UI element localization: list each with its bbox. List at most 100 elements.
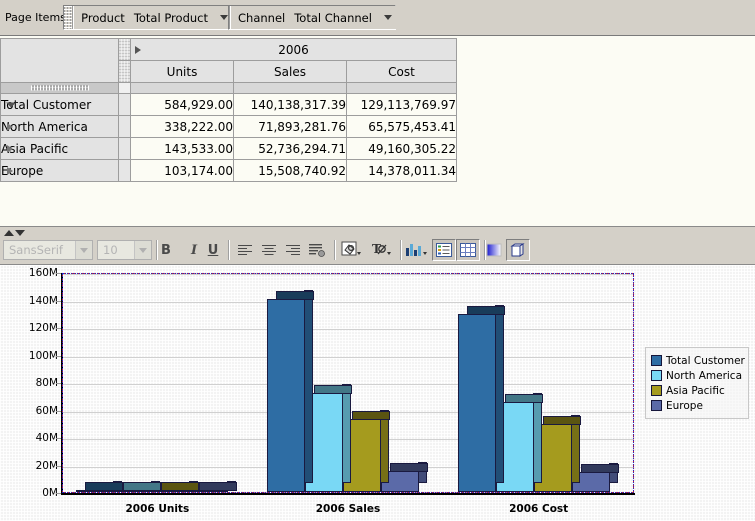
- cell-sales[interactable]: 71,893,281.76: [233, 115, 347, 138]
- bar-group: [267, 271, 428, 492]
- collapse-arrow-icon[interactable]: [6, 102, 16, 107]
- cell-units[interactable]: 584,929.00: [130, 93, 234, 116]
- x-tick-label: 2006 Sales: [315, 503, 381, 515]
- legend-item[interactable]: North America: [651, 368, 744, 383]
- bold-button[interactable]: B: [154, 239, 178, 261]
- legend-label: Total Customer: [666, 354, 745, 367]
- panel-splitter[interactable]: [0, 226, 755, 236]
- grid-icon: [460, 243, 476, 257]
- legend-swatch-icon: [651, 385, 662, 396]
- bar[interactable]: [267, 290, 314, 492]
- grip-dots-icon: [30, 85, 89, 91]
- three-d-button[interactable]: [506, 239, 530, 261]
- bar-side-face: [342, 384, 351, 483]
- y-tick-label: 140M: [28, 294, 58, 307]
- legend-item[interactable]: Total Customer: [651, 353, 745, 368]
- align-left-icon: [238, 244, 252, 256]
- column-header-units[interactable]: Units: [130, 60, 234, 83]
- align-right-button[interactable]: [281, 239, 305, 261]
- row-gutter: [118, 137, 131, 160]
- bar-front-face: [457, 314, 496, 492]
- cell-sales[interactable]: 15,508,740.92: [233, 159, 347, 182]
- table-row[interactable]: Total Customer 584,929.00 140,138,317.39…: [0, 93, 457, 116]
- cell-units[interactable]: 103,174.00: [130, 159, 234, 182]
- column-grip-icon[interactable]: [118, 38, 131, 61]
- legend-label: Asia Pacific: [666, 384, 725, 397]
- text-indent-button[interactable]: [305, 239, 329, 261]
- bar-front-face: [267, 299, 305, 492]
- y-axis: 160M 140M 120M 100M 80M 60M 40M 20M 0M: [0, 265, 61, 521]
- y-tick-label: 40M: [35, 432, 58, 444]
- bar[interactable]: [457, 305, 505, 492]
- crosstab-year-header[interactable]: 2006: [130, 38, 457, 61]
- toolbar-separator: [334, 240, 336, 260]
- underline-button[interactable]: U: [201, 239, 225, 261]
- column-header-cost[interactable]: Cost: [346, 60, 457, 83]
- chart-panel[interactable]: 160M 140M 120M 100M 80M 60M 40M 20M 0M 2006 Unit…: [0, 265, 755, 521]
- legend-swatch-icon: [651, 370, 662, 381]
- column-header-sales[interactable]: Sales: [233, 60, 347, 83]
- page-items-bar: Page Items Product Total Product Channel…: [0, 0, 755, 36]
- strip-sales[interactable]: [233, 82, 347, 94]
- page-item-product-dimension: Product: [81, 10, 125, 25]
- gradient-button[interactable]: [482, 239, 506, 261]
- cell-cost[interactable]: 14,378,011.34: [346, 159, 457, 182]
- show-grid-button[interactable]: [456, 239, 480, 261]
- table-row[interactable]: Europe 103,174.00 15,508,740.92 14,378,0…: [0, 159, 457, 182]
- expand-arrow-icon[interactable]: [135, 45, 141, 54]
- strip-cost[interactable]: [346, 82, 457, 94]
- expand-arrow-icon[interactable]: [7, 144, 13, 153]
- cell-units[interactable]: 338,222.00: [130, 115, 234, 138]
- bar-side-face: [494, 305, 504, 483]
- row-header-europe[interactable]: Europe: [0, 159, 119, 182]
- font-family-select[interactable]: SansSerif: [3, 240, 93, 260]
- chart-legend: Total Customer North America Asia Pacific E…: [645, 347, 749, 419]
- crosstab-corner: [0, 38, 119, 83]
- crosstab-panel: 2006 Units Sales Cost Total Customer 584…: [0, 36, 755, 226]
- y-tick-label: 0M: [42, 487, 58, 499]
- chart-type-button[interactable]: [402, 239, 432, 261]
- crosstab-year-label: 2006: [278, 42, 309, 57]
- bar-chart-icon: [406, 244, 427, 256]
- cell-cost[interactable]: 49,160,305.22: [346, 137, 457, 160]
- column-grip-icon[interactable]: [118, 60, 131, 83]
- page-item-channel[interactable]: Channel Total Channel: [228, 5, 396, 30]
- row-header-north-america[interactable]: North America: [0, 115, 119, 138]
- align-right-icon: [286, 244, 300, 256]
- table-row[interactable]: Asia Pacific 143,533.00 52,736,294.71 49…: [0, 137, 457, 160]
- cell-cost[interactable]: 129,113,769.97: [346, 93, 457, 116]
- row-header-total-customer[interactable]: Total Customer: [0, 93, 119, 116]
- cell-cost[interactable]: 65,575,453.41: [346, 115, 457, 138]
- chevron-down-icon[interactable]: [75, 241, 92, 259]
- chevron-down-icon[interactable]: [383, 15, 392, 20]
- legend-item[interactable]: Asia Pacific: [651, 383, 744, 398]
- bar-side-face: [380, 410, 389, 483]
- align-center-button[interactable]: [257, 239, 281, 261]
- bar[interactable]: [76, 481, 124, 492]
- align-left-button[interactable]: [233, 239, 257, 261]
- page-item-product[interactable]: Product Total Product: [63, 5, 233, 30]
- plot-area: [62, 273, 634, 493]
- expand-arrow-icon[interactable]: [7, 166, 13, 175]
- row-resize-handle[interactable]: [0, 82, 119, 94]
- row-header-asia-pacific[interactable]: Asia Pacific: [0, 137, 119, 160]
- table-row[interactable]: North America 338,222.00 71,893,281.76 6…: [0, 115, 457, 138]
- cell-sales[interactable]: 52,736,294.71: [233, 137, 347, 160]
- chevron-down-icon[interactable]: [134, 241, 151, 259]
- strip-units[interactable]: [130, 82, 234, 94]
- drag-grip-icon[interactable]: [64, 6, 74, 29]
- crosstab-year-header-row: 2006: [0, 38, 457, 83]
- bar-front-face: [76, 490, 115, 492]
- chevron-down-icon[interactable]: [220, 15, 228, 20]
- fill-color-button[interactable]: [338, 239, 368, 261]
- fill-color-icon: [341, 241, 361, 256]
- font-color-button[interactable]: T: [368, 239, 398, 261]
- font-size-value: 10: [103, 243, 118, 257]
- expand-arrow-icon[interactable]: [7, 122, 13, 131]
- cell-units[interactable]: 143,533.00: [130, 137, 234, 160]
- show-table-button[interactable]: [432, 239, 456, 261]
- font-size-select[interactable]: 10: [97, 240, 152, 260]
- row-gutter: [118, 159, 131, 182]
- cell-sales[interactable]: 140,138,317.39: [233, 93, 347, 116]
- legend-item[interactable]: Europe: [651, 398, 744, 413]
